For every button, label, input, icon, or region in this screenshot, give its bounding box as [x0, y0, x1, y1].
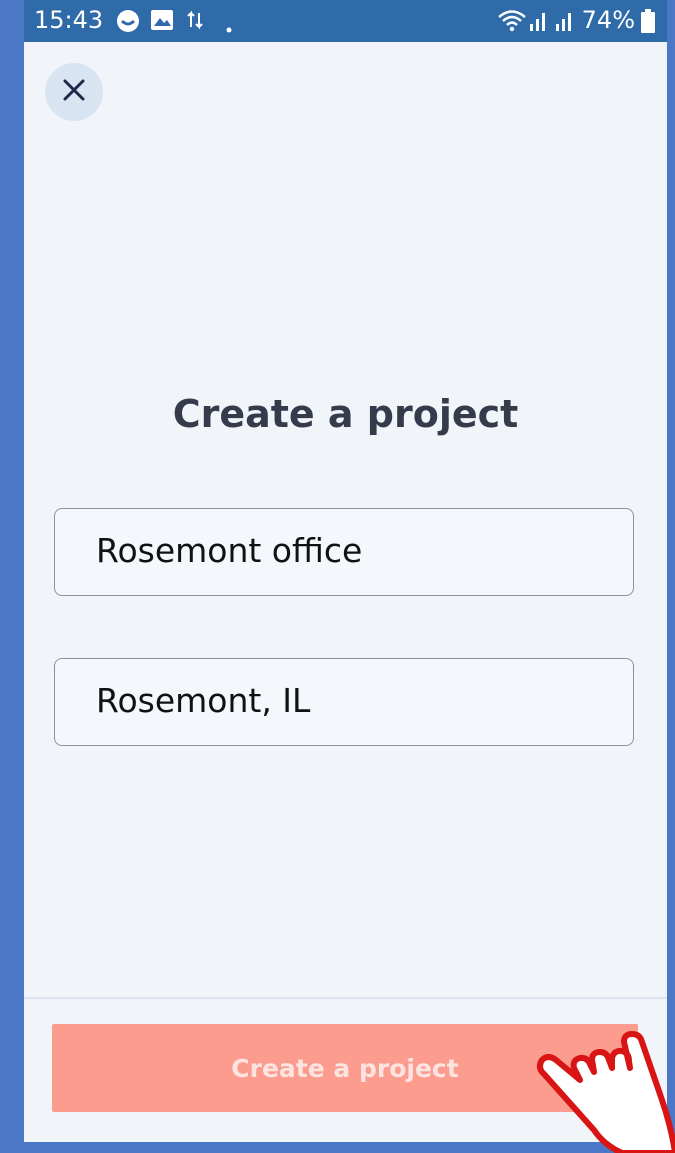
signal-icon	[530, 10, 580, 36]
gallery-icon	[150, 9, 174, 35]
create-project-button-label: Create a project	[231, 1053, 459, 1083]
battery-percentage: 74%	[581, 6, 635, 34]
project-location-field[interactable]: Rosemont, IL	[54, 658, 634, 746]
battery-icon	[641, 9, 655, 37]
create-project-form: Create a project Rosemont office Rosemon…	[24, 42, 667, 997]
page-title: Create a project	[172, 392, 519, 436]
messenger-icon	[116, 9, 140, 37]
phone-screen: 15:43 74% Create a project Rosemont offi…	[24, 0, 667, 1142]
hand-pointer-icon	[536, 1031, 675, 1153]
close-icon	[62, 78, 86, 106]
dot-icon	[226, 18, 232, 37]
status-time: 15:43	[34, 6, 104, 34]
close-button[interactable]	[45, 63, 103, 121]
data-transfer-icon	[186, 9, 204, 35]
project-location-value: Rosemont, IL	[96, 681, 311, 720]
project-name-value: Rosemont office	[96, 531, 363, 570]
status-bar: 15:43 74%	[24, 0, 667, 42]
project-name-field[interactable]: Rosemont office	[54, 508, 634, 596]
wifi-icon	[497, 8, 527, 36]
